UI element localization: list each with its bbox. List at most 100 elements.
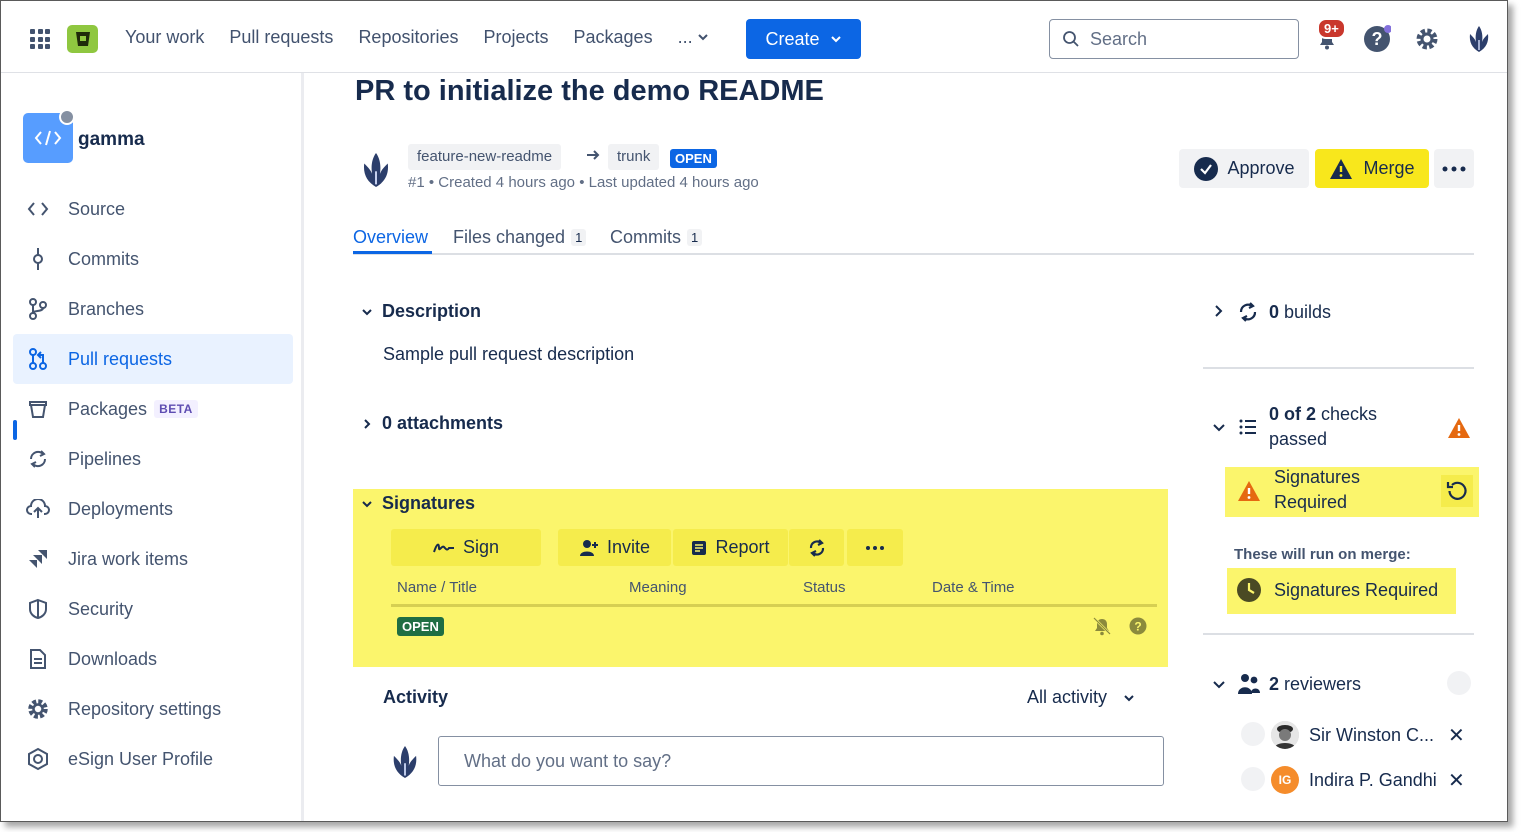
column-name-title[interactable]: Name / Title (397, 579, 477, 596)
refresh-button[interactable] (789, 529, 844, 566)
search-field[interactable] (1049, 19, 1299, 59)
check-name-line2: Required (1274, 492, 1348, 512)
attachments-toggle[interactable]: 0 attachments (360, 413, 503, 434)
sidebar-item-commits[interactable]: Commits (13, 234, 293, 284)
sidebar-item-pipelines[interactable]: Pipelines (13, 434, 293, 484)
search-icon (1063, 31, 1079, 47)
reviewer-name[interactable]: Indira P. Gandhi (1309, 770, 1437, 791)
builds-summary[interactable]: 0 builds (1269, 302, 1331, 323)
sidebar-item-esign-profile[interactable]: eSign User Profile (13, 734, 293, 784)
status-badge: OPEN (670, 149, 717, 168)
comment-input[interactable] (464, 750, 1144, 772)
merge-button[interactable]: Merge (1315, 149, 1429, 188)
source-branch[interactable]: feature-new-readme (408, 144, 562, 170)
activity-filter-dropdown[interactable]: All activity (1027, 687, 1135, 708)
sidebar-item-jira[interactable]: Jira work items (13, 534, 293, 584)
warning-icon (1330, 158, 1353, 179)
chevron-down-icon[interactable] (1212, 421, 1226, 439)
search-input[interactable] (1090, 28, 1280, 50)
column-meaning[interactable]: Meaning (629, 579, 687, 596)
sidebar-item-branches[interactable]: Branches (13, 284, 293, 334)
create-button[interactable]: Create (746, 19, 861, 59)
add-reviewer-button[interactable] (1447, 671, 1471, 695)
active-tab-underline (353, 251, 432, 254)
right-panel-divider (1203, 367, 1474, 369)
comment-editor[interactable] (438, 736, 1164, 786)
bell-slash-icon[interactable] (1091, 616, 1113, 641)
app-switcher-icon[interactable] (30, 29, 50, 49)
help-icon[interactable]: ? (1129, 617, 1147, 640)
repo-name[interactable]: gamma (78, 129, 145, 151)
merge-check-item[interactable]: Signatures Required (1227, 568, 1456, 614)
rerun-icon[interactable] (1441, 475, 1473, 507)
remove-reviewer-button[interactable]: ✕ (1448, 723, 1465, 748)
reviewer-avatar[interactable] (1271, 721, 1299, 749)
sidebar-item-pull-requests[interactable]: Pull requests (13, 334, 293, 384)
nav-more-menu[interactable]: ... (678, 27, 709, 48)
builds-count: 0 (1269, 302, 1280, 322)
tab-files-changed[interactable]: Files changed 1 (453, 223, 587, 251)
app-window: Your work Pull requests Repositories Pro… (0, 0, 1508, 822)
signatures-required-check[interactable]: Signatures Required (1225, 467, 1479, 517)
checks-summary[interactable]: 0 of 2 checks (1269, 404, 1377, 425)
report-button[interactable]: Report (673, 529, 788, 566)
reviewer-avatar[interactable]: IG (1271, 766, 1299, 794)
create-label: Create (765, 28, 820, 49)
chevron-down-icon[interactable] (1212, 678, 1226, 696)
sidebar-item-label: Source (68, 198, 126, 219)
nav-pull-requests[interactable]: Pull requests (229, 27, 333, 48)
pr-tabs: Overview Files changed 1 Commits 1 (353, 223, 1474, 255)
author-avatar-icon[interactable] (359, 150, 393, 195)
sign-button[interactable]: Sign (391, 529, 541, 566)
nav-packages[interactable]: Packages (574, 27, 653, 48)
reviewer-status-indicator (1241, 767, 1265, 791)
right-panel-divider (1203, 633, 1474, 635)
reviewer-initials: IG (1278, 773, 1292, 787)
checklist-icon (1239, 419, 1257, 440)
tab-commits[interactable]: Commits 1 (610, 223, 703, 251)
svg-text:?: ? (1372, 29, 1383, 49)
chevron-right-icon[interactable] (1212, 304, 1224, 323)
arrow-right-icon (585, 147, 601, 168)
sidebar-item-packages[interactable]: Packages BETA (13, 384, 293, 434)
tab-label: Overview (353, 226, 429, 247)
gear-icon[interactable] (1413, 25, 1441, 53)
tab-count: 1 (687, 228, 703, 246)
remove-reviewer-button[interactable]: ✕ (1448, 768, 1465, 793)
report-icon (692, 540, 707, 555)
report-label: Report (715, 537, 770, 557)
sidebar-item-repository-settings[interactable]: Repository settings (13, 684, 293, 734)
table-header-divider (391, 604, 1157, 607)
tab-label: Commits (610, 226, 681, 247)
sidebar-item-downloads[interactable]: Downloads (13, 634, 293, 684)
column-status[interactable]: Status (803, 579, 846, 596)
gear-icon (25, 696, 51, 722)
sidebar-item-source[interactable]: Source (13, 184, 293, 234)
description-text: Sample pull request description (383, 344, 635, 364)
nav-projects[interactable]: Projects (483, 27, 548, 48)
approve-button[interactable]: Approve (1179, 149, 1309, 188)
user-avatar-icon[interactable] (1464, 23, 1494, 55)
reviewers-summary[interactable]: 2 reviewers (1269, 674, 1361, 695)
invite-button[interactable]: Invite (558, 529, 671, 566)
column-date-time[interactable]: Date & Time (932, 579, 1015, 596)
target-branch[interactable]: trunk (608, 144, 660, 170)
sidebar-item-deployments[interactable]: Deployments (13, 484, 293, 534)
description-toggle[interactable]: Description (360, 301, 481, 322)
more-actions-button[interactable] (1434, 149, 1474, 188)
nav-repositories[interactable]: Repositories (358, 27, 458, 48)
nav-your-work[interactable]: Your work (125, 27, 204, 48)
tab-overview[interactable]: Overview (353, 223, 428, 251)
signatures-more-button[interactable] (847, 529, 903, 566)
sidebar-item-security[interactable]: Security (13, 584, 293, 634)
description-heading: Description (382, 301, 482, 321)
signatures-toggle[interactable]: Signatures (360, 493, 475, 514)
page-title: PR to initialize the demo README (355, 75, 824, 107)
current-user-avatar-icon (389, 743, 421, 786)
help-icon[interactable]: ? (1363, 25, 1391, 53)
reviewer-name[interactable]: Sir Winston C... (1309, 725, 1434, 746)
bitbucket-logo-icon[interactable] (67, 25, 98, 53)
activity-heading: Activity (383, 687, 449, 707)
invite-label: Invite (606, 537, 651, 557)
chevron-right-icon (360, 417, 374, 431)
